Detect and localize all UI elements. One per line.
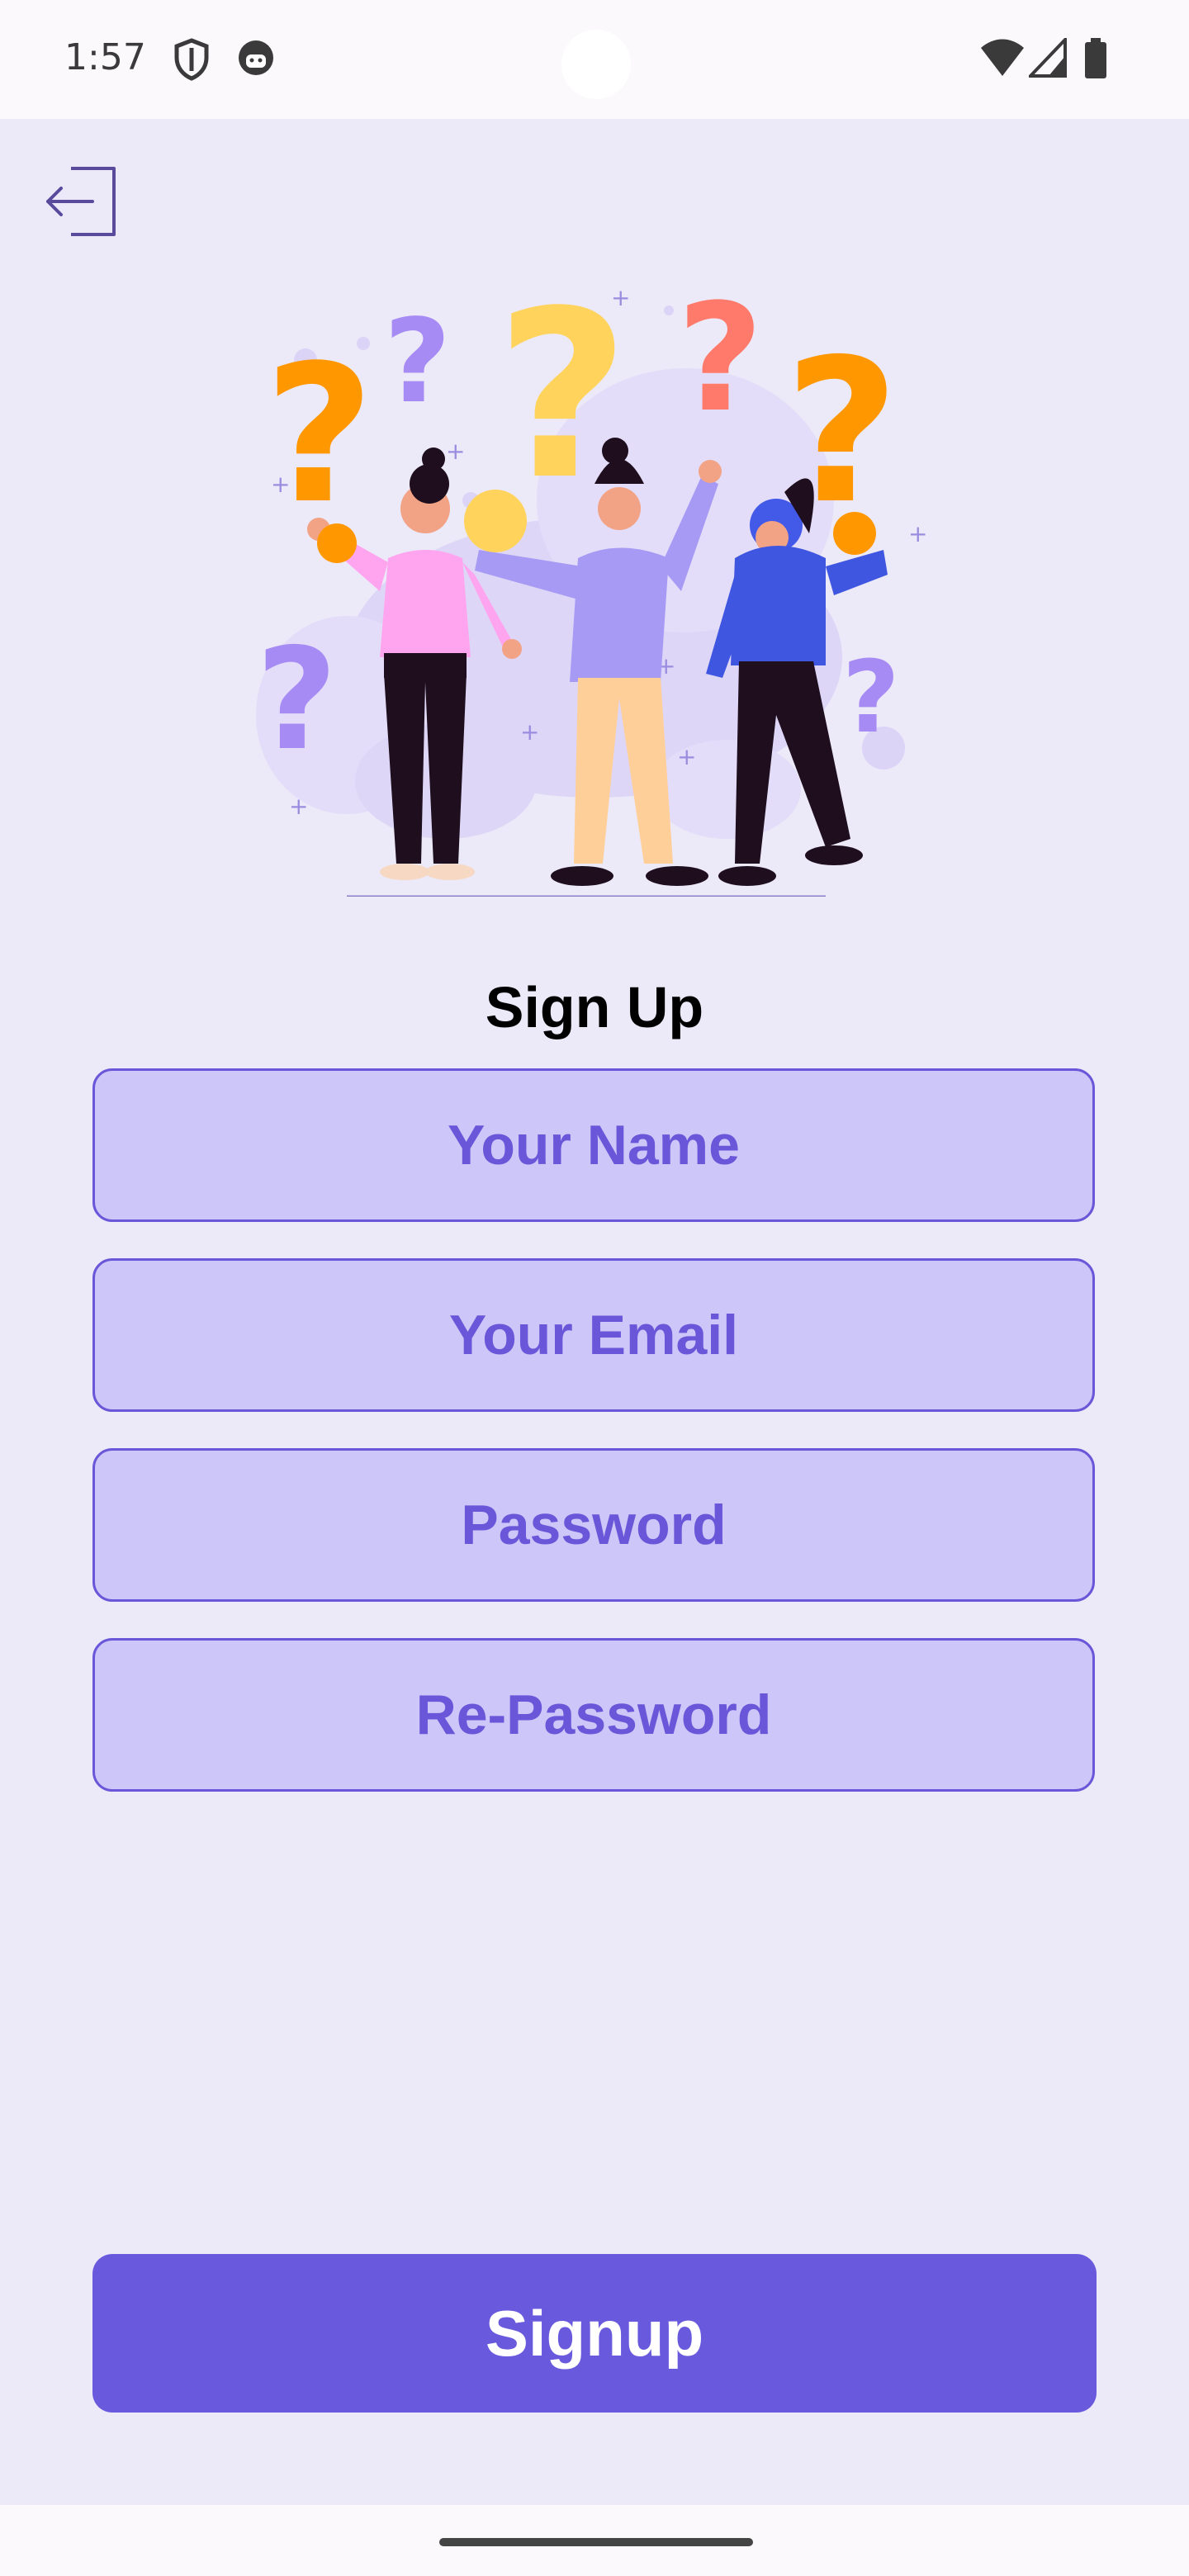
svg-text:?: ? xyxy=(256,618,338,782)
android-face-icon xyxy=(239,40,273,75)
navigation-bar xyxy=(0,2505,1189,2576)
camera-cutout xyxy=(561,30,631,99)
svg-text:?: ? xyxy=(842,641,900,755)
svg-text:+: + xyxy=(908,520,927,547)
status-bar: 1:57 xyxy=(0,0,1189,119)
svg-text:+: + xyxy=(520,718,539,746)
signup-button[interactable]: Signup xyxy=(92,2254,1097,2413)
svg-text:+: + xyxy=(289,793,308,820)
page-title: Sign Up xyxy=(485,975,704,1039)
people-with-question-marks-illustration: + + + + + + + + ? ? ? ? ? ? ? xyxy=(256,286,927,897)
signal-icon xyxy=(1029,38,1067,78)
status-time: 1:57 xyxy=(64,36,146,78)
shield-icon xyxy=(174,38,209,81)
exit-arrow-icon[interactable] xyxy=(41,162,121,241)
svg-text:+: + xyxy=(446,438,465,465)
svg-text:?: ? xyxy=(384,295,451,429)
wifi-icon xyxy=(981,39,1024,76)
svg-text:?: ? xyxy=(264,325,374,546)
name-field[interactable]: Your Name xyxy=(92,1068,1095,1222)
repassword-field[interactable]: Re-Password xyxy=(92,1638,1095,1792)
battery-icon xyxy=(1085,38,1106,78)
svg-text:+: + xyxy=(677,743,696,770)
email-field[interactable]: Your Email xyxy=(92,1258,1095,1412)
password-field[interactable]: Password xyxy=(92,1448,1095,1602)
home-gesture-handle[interactable] xyxy=(439,2538,753,2546)
svg-text:?: ? xyxy=(677,286,763,445)
